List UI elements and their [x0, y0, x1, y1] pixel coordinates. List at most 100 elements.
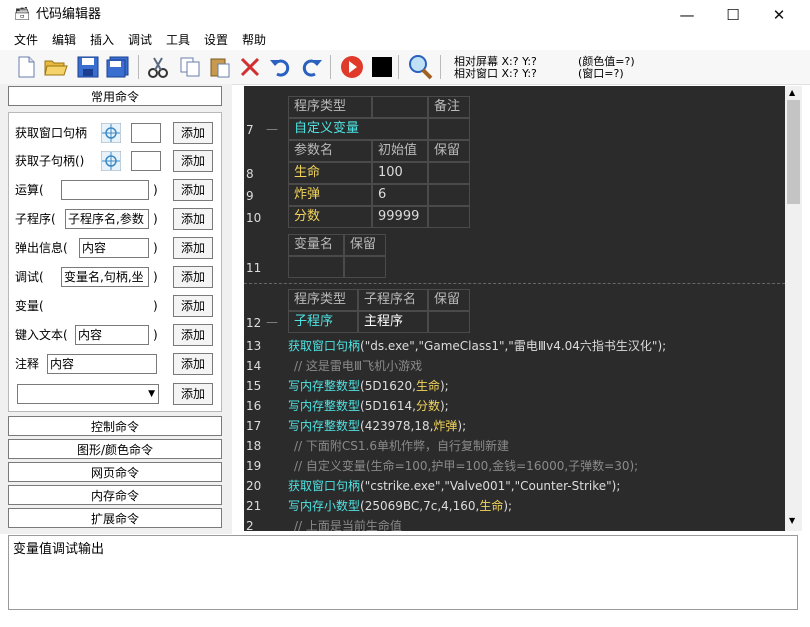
- memory-commands-tab[interactable]: 内存命令: [8, 485, 222, 505]
- code-line[interactable]: // 这是雷电Ⅲ飞机小游戏: [294, 358, 422, 374]
- line-number: 20: [246, 479, 262, 493]
- cmd-label-subroutine: 子程序(: [15, 212, 56, 226]
- delete-icon[interactable]: [236, 53, 264, 81]
- code-line[interactable]: 写内存整数型(5D1620,生命);: [288, 378, 449, 394]
- child-handle-input[interactable]: [131, 151, 161, 171]
- crosshair-picker-icon[interactable]: [100, 122, 122, 144]
- sub-reserve-cell[interactable]: [428, 311, 470, 333]
- sub-type-cell[interactable]: 子程序: [288, 311, 358, 333]
- scroll-up-icon[interactable]: ▲: [789, 88, 795, 97]
- add-button-select[interactable]: 添加: [173, 383, 213, 405]
- menu-settings[interactable]: 设置: [204, 32, 228, 48]
- save-icon[interactable]: [74, 53, 102, 81]
- popup-input[interactable]: 内容: [79, 238, 149, 258]
- comment-input[interactable]: 内容: [47, 354, 157, 374]
- cmd-label-popup: 弹出信息(: [15, 241, 68, 255]
- param-value-cell[interactable]: 100: [372, 162, 428, 184]
- add-button-comment[interactable]: 添加: [173, 353, 213, 375]
- stop-icon[interactable]: [368, 53, 396, 81]
- code-line[interactable]: 获取窗口句柄("ds.exe","GameClass1","雷电Ⅲv4.04六指…: [288, 338, 666, 354]
- add-button-type-text[interactable]: 添加: [173, 324, 213, 346]
- code-token: (423978,18,: [360, 419, 434, 433]
- paren-close: ): [153, 299, 158, 313]
- crosshair-picker-icon[interactable]: [100, 150, 122, 172]
- code-editor[interactable]: 程序类型 备注 7 — 自定义变量 参数名 初始值 保留 8 生命 100 9 …: [244, 86, 800, 531]
- code-line[interactable]: 获取窗口句柄("cstrike.exe","Valve001","Counter…: [288, 478, 620, 494]
- program-type-cell[interactable]: 自定义变量: [288, 118, 428, 140]
- minimize-button[interactable]: —: [664, 0, 710, 30]
- window-handle-input[interactable]: [131, 123, 161, 143]
- menu-help[interactable]: 帮助: [242, 32, 266, 48]
- graphics-commands-tab[interactable]: 图形/颜色命令: [8, 439, 222, 459]
- table-header: 程序类型: [288, 289, 358, 311]
- add-button-subroutine[interactable]: 添加: [173, 208, 213, 230]
- add-button-debug[interactable]: 添加: [173, 266, 213, 288]
- save-all-icon[interactable]: [104, 53, 132, 81]
- param-value-cell[interactable]: 6: [372, 184, 428, 206]
- code-line[interactable]: // 下面附CS1.6单机作弊，自行复制新建: [294, 438, 509, 454]
- cut-icon[interactable]: [144, 53, 172, 81]
- code-token: (5D1620,: [360, 379, 416, 393]
- scroll-thumb[interactable]: [787, 100, 800, 204]
- param-reserve-cell[interactable]: [428, 206, 470, 228]
- line-number: 13: [246, 339, 262, 353]
- new-file-icon[interactable]: [12, 53, 40, 81]
- menu-debug[interactable]: 调试: [128, 32, 152, 48]
- common-commands-tab[interactable]: 常用命令: [8, 86, 222, 106]
- close-button[interactable]: ✕: [756, 0, 802, 30]
- variable-name-cell[interactable]: [288, 256, 344, 278]
- control-commands-tab[interactable]: 控制命令: [8, 416, 222, 436]
- param-reserve-cell[interactable]: [428, 184, 470, 206]
- undo-icon[interactable]: [266, 53, 294, 81]
- line-number: 15: [246, 379, 262, 393]
- type-text-input[interactable]: 内容: [75, 325, 149, 345]
- param-name-cell[interactable]: 炸弹: [288, 184, 372, 206]
- extension-commands-tab[interactable]: 扩展命令: [8, 508, 222, 528]
- code-token: 获取窗口句柄: [288, 339, 361, 353]
- redo-icon[interactable]: [298, 53, 326, 81]
- code-line[interactable]: 写内存整数型(5D1614,分数);: [288, 398, 449, 414]
- command-select[interactable]: ▼: [17, 384, 159, 404]
- common-commands-box: 获取窗口句柄 添加 获取子句柄() 添加 运算( ) 添加 子程序( 子程序名,…: [8, 112, 222, 412]
- magnifier-icon[interactable]: [406, 53, 434, 81]
- chevron-down-icon: ▼: [148, 389, 155, 399]
- table-header: 程序类型: [288, 96, 372, 118]
- open-folder-icon[interactable]: [42, 53, 70, 81]
- window-title: 代码编辑器: [36, 7, 102, 22]
- add-button-variable[interactable]: 添加: [173, 295, 213, 317]
- subroutine-input[interactable]: 子程序名,参数: [65, 209, 149, 229]
- add-button-get-window[interactable]: 添加: [173, 122, 213, 144]
- maximize-button[interactable]: ☐: [710, 0, 756, 30]
- paste-icon[interactable]: [206, 53, 234, 81]
- add-button-popup[interactable]: 添加: [173, 237, 213, 259]
- run-icon[interactable]: [338, 53, 366, 81]
- add-button-get-child[interactable]: 添加: [173, 150, 213, 172]
- debug-output[interactable]: 变量值调试输出: [8, 535, 798, 610]
- code-line[interactable]: 写内存小数型(25069BC,7c,4,160,生命);: [288, 498, 512, 514]
- code-line[interactable]: // 上面是当前生命值: [294, 518, 402, 531]
- sub-name-cell[interactable]: 主程序: [358, 311, 428, 333]
- calc-input[interactable]: [61, 180, 149, 200]
- param-reserve-cell[interactable]: [428, 162, 470, 184]
- code-line[interactable]: 写内存整数型(423978,18,炸弹);: [288, 418, 466, 434]
- menu-edit[interactable]: 编辑: [52, 32, 76, 48]
- vertical-scrollbar[interactable]: ▲ ▼: [785, 86, 802, 531]
- note-cell[interactable]: [428, 118, 470, 140]
- line-number: 18: [246, 439, 262, 453]
- add-button-calc[interactable]: 添加: [173, 179, 213, 201]
- scroll-down-icon[interactable]: ▼: [789, 516, 795, 525]
- menu-tools[interactable]: 工具: [166, 32, 190, 48]
- param-value-cell[interactable]: 99999: [372, 206, 428, 228]
- menu-insert[interactable]: 插入: [90, 32, 114, 48]
- param-name-cell[interactable]: 分数: [288, 206, 372, 228]
- code-line[interactable]: // 自定义变量(生命=100,护甲=100,金钱=16000,子弹数=30);: [294, 458, 638, 474]
- cmd-label-get-window: 获取窗口句柄: [15, 126, 88, 140]
- variable-reserve-cell[interactable]: [344, 256, 386, 278]
- table-header: 备注: [428, 96, 470, 118]
- cmd-label-get-child: 获取子句柄(): [15, 154, 85, 168]
- menu-file[interactable]: 文件: [14, 32, 38, 48]
- param-name-cell[interactable]: 生命: [288, 162, 372, 184]
- web-commands-tab[interactable]: 网页命令: [8, 462, 222, 482]
- debug-input[interactable]: 变量名,句柄,坐: [61, 267, 149, 287]
- copy-icon[interactable]: [176, 53, 204, 81]
